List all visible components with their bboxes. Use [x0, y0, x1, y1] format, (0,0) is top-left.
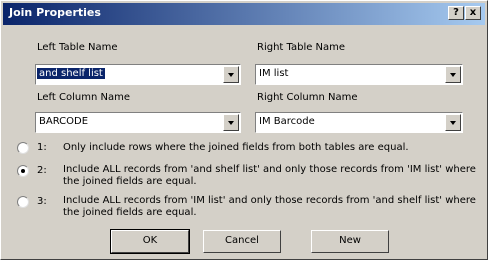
- right-column-value: IM Barcode: [259, 116, 315, 127]
- option-2-label[interactable]: Include ALL records from 'and shelf list…: [63, 164, 483, 188]
- close-button[interactable]: x: [465, 6, 481, 20]
- title-bar: Join Properties ? x: [3, 3, 485, 25]
- option-3-radio[interactable]: [17, 196, 29, 208]
- right-table-label: Right Table Name: [257, 42, 346, 53]
- right-table-combo[interactable]: IM list: [255, 64, 463, 85]
- option-2-number: 2:: [37, 165, 47, 176]
- option-1-label[interactable]: Only include rows where the joined field…: [63, 142, 473, 154]
- left-table-combo[interactable]: and shelf list: [35, 64, 241, 85]
- right-column-combo[interactable]: IM Barcode: [255, 112, 463, 133]
- option-3-number: 3:: [37, 196, 47, 207]
- chevron-down-icon: [450, 73, 456, 77]
- right-table-value: IM list: [259, 68, 289, 79]
- option-1-number: 1:: [37, 142, 47, 153]
- left-table-dropdown-button[interactable]: [223, 66, 239, 83]
- cancel-button[interactable]: Cancel: [203, 230, 281, 253]
- left-column-combo[interactable]: BARCODE: [35, 112, 241, 133]
- chevron-down-icon: [450, 121, 456, 125]
- left-column-dropdown-button[interactable]: [223, 114, 239, 131]
- option-2-radio[interactable]: [17, 165, 29, 177]
- left-column-label: Left Column Name: [37, 92, 130, 103]
- chevron-down-icon: [228, 121, 234, 125]
- left-table-label: Left Table Name: [37, 42, 118, 53]
- radio-selected-dot: [21, 169, 25, 173]
- dialog-title: Join Properties: [9, 6, 101, 19]
- join-properties-dialog: Join Properties ? x Left Table Name and …: [0, 0, 488, 260]
- chevron-down-icon: [228, 73, 234, 77]
- right-column-label: Right Column Name: [257, 92, 358, 103]
- help-button[interactable]: ?: [448, 6, 464, 20]
- left-table-value: and shelf list: [37, 68, 105, 79]
- new-button[interactable]: New: [311, 230, 389, 253]
- right-table-dropdown-button[interactable]: [445, 66, 461, 83]
- right-column-dropdown-button[interactable]: [445, 114, 461, 131]
- left-column-value: BARCODE: [39, 116, 89, 127]
- option-3-label[interactable]: Include ALL records from 'IM list' and o…: [63, 195, 483, 219]
- ok-button[interactable]: OK: [110, 229, 190, 254]
- option-1-radio[interactable]: [17, 142, 29, 154]
